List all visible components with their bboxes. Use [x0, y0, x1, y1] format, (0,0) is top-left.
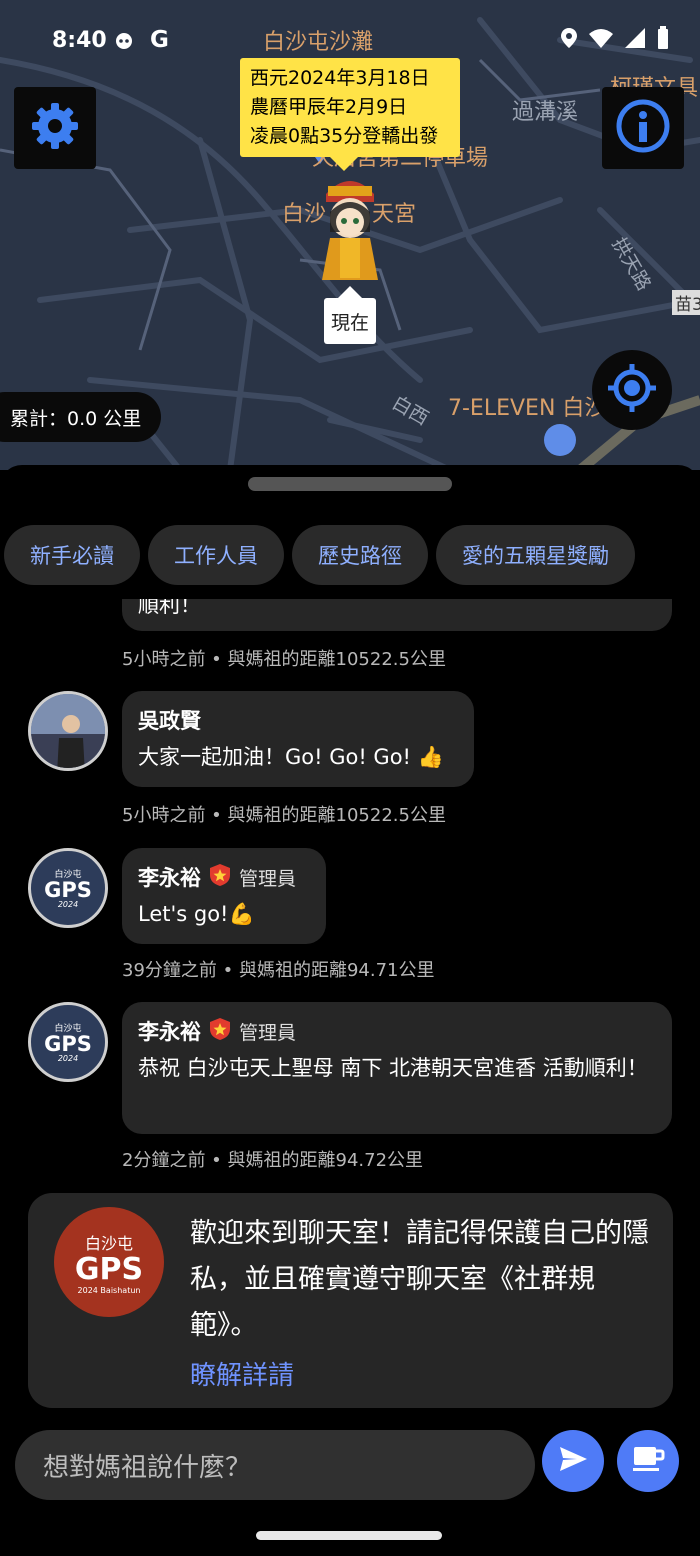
battery-icon [656, 26, 670, 54]
signal-icon [624, 27, 646, 53]
message-bubble: 李永裕 管理員 恭祝 白沙屯天上聖母 南下 北港朝天宮進香 活動順利！ [122, 1002, 672, 1134]
coffee-cup-icon [631, 1443, 665, 1479]
status-time: 8:40 [52, 28, 107, 53]
gps-logo-icon: 白沙屯 GPS 2024 [44, 1021, 92, 1063]
chip-five-star-rewards[interactable]: 愛的五顆星獎勵 [436, 525, 635, 585]
avatar[interactable]: 白沙屯 GPS 2024 [28, 1002, 108, 1082]
map-label: 7-ELEVEN 白沙 [448, 396, 607, 421]
message-bubble: 李永裕 管理員 Let's go!💪 [122, 848, 326, 944]
map-label: 白沙屯沙灘 [263, 30, 374, 55]
map-view[interactable]: 8:40 G 白沙屯沙灘 柯瑾文具 過溝溪 天后宮第二停車場 白沙 天宮 拱天路… [0, 0, 700, 470]
coffee-button[interactable] [617, 1430, 679, 1492]
logo-mid: GPS [74, 1251, 144, 1287]
sender-name-text: 李永裕 [138, 866, 201, 890]
send-button[interactable] [542, 1430, 604, 1492]
callout-line: 西元2024年3月18日 [250, 67, 430, 89]
sender-name: 吳政賢 [138, 705, 458, 735]
callout-line: 凌晨0點35分登轎出發 [250, 125, 439, 147]
gear-icon [29, 100, 81, 156]
settings-button[interactable] [14, 87, 96, 169]
mazu-marker[interactable] [316, 172, 384, 284]
logo-bottom: 2024 Baishatun [77, 1285, 141, 1295]
info-icon [615, 98, 671, 158]
gps-logo-mid: GPS [44, 878, 92, 902]
user-photo-icon [31, 694, 105, 768]
message-text: 順利！ [138, 599, 201, 617]
message-meta: 39分鐘之前 • 與媽祖的距離94.71公里 [122, 960, 435, 981]
message-meta: 5小時之前 • 與媽祖的距離10522.5公里 [122, 649, 446, 670]
sheet-drag-handle[interactable] [248, 477, 452, 491]
wifi-icon [588, 27, 614, 53]
avatar[interactable] [28, 691, 108, 771]
chat-sheet: 新手必讀 工作人員 歷史路徑 愛的五顆星獎勵 順利！ 5小時之前 • 與媽祖的距… [0, 465, 700, 1556]
distance-total: 累計：0.0 公里 [0, 392, 162, 442]
map-label: 苗3 [672, 290, 700, 315]
sender-name: 李永裕 管理員 [138, 1016, 656, 1046]
admin-badge-icon [209, 863, 231, 892]
system-nav-handle[interactable] [256, 1531, 442, 1540]
sender-name-text: 吳政賢 [138, 709, 201, 733]
chip-beginner-guide[interactable]: 新手必讀 [4, 525, 140, 585]
admin-badge-icon [209, 1017, 231, 1046]
now-tag: 現在 [324, 286, 376, 344]
logo-top: 白沙屯 [84, 1233, 133, 1253]
my-location-button[interactable] [592, 350, 672, 430]
message-bubble: 順利！ [122, 599, 672, 631]
message-text: 大家一起加油！Go! Go! Go! 👍 [138, 745, 444, 769]
message-bubble: 吳政賢 大家一起加油！Go! Go! Go! 👍 [122, 691, 474, 787]
role-label: 管理員 [239, 867, 297, 890]
info-button[interactable] [602, 87, 684, 169]
chip-row: 新手必讀 工作人員 歷史路徑 愛的五顆星獎勵 [4, 525, 635, 585]
sender-name-text: 李永裕 [138, 1020, 201, 1044]
message-text: Let's go!💪 [138, 902, 255, 926]
google-icon: G [150, 27, 169, 53]
crosshair-icon [606, 362, 658, 418]
baishatun-gps-logo: 白沙屯 GPS 2024 Baishatun [54, 1207, 164, 1317]
sender-name: 李永裕 管理員 [138, 862, 310, 892]
message-input[interactable]: 想對媽祖說什麼？ [15, 1430, 535, 1500]
chip-staff[interactable]: 工作人員 [148, 525, 284, 585]
callout-line: 農曆甲辰年2月9日 [250, 96, 408, 118]
cat-icon [114, 30, 134, 54]
gps-logo-mid: GPS [44, 1032, 92, 1056]
send-icon [557, 1443, 589, 1479]
map-label: 過溝溪 [512, 100, 579, 125]
gps-logo-icon: 白沙屯 GPS 2024 [44, 867, 92, 909]
welcome-card: 白沙屯 GPS 2024 Baishatun 歡迎來到聊天室！請記得保護自己的隱… [28, 1193, 673, 1408]
departure-callout: 西元2024年3月18日 農曆甲辰年2月9日 凌晨0點35分登轎出發 [240, 58, 460, 171]
status-icons [560, 26, 670, 54]
message-list[interactable]: 順利！ 5小時之前 • 與媽祖的距離10522.5公里 吳政賢 大家一起加油！G… [0, 599, 700, 1184]
avatar[interactable]: 白沙屯 GPS 2024 [28, 848, 108, 928]
learn-more-link[interactable]: 瞭解詳請 [190, 1355, 294, 1392]
message-meta: 5小時之前 • 與媽祖的距離10522.5公里 [122, 805, 446, 826]
message-text: 恭祝 白沙屯天上聖母 南下 北港朝天宮進香 活動順利！ [138, 1056, 648, 1080]
message-meta: 2分鐘之前 • 與媽祖的距離94.72公里 [122, 1150, 424, 1171]
role-label: 管理員 [239, 1021, 297, 1044]
welcome-text: 歡迎來到聊天室！請記得保護自己的隱私，並且確實遵守聊天室《社群規範》。 [190, 1218, 649, 1341]
location-icon [560, 27, 578, 53]
chip-history-route[interactable]: 歷史路徑 [292, 525, 428, 585]
